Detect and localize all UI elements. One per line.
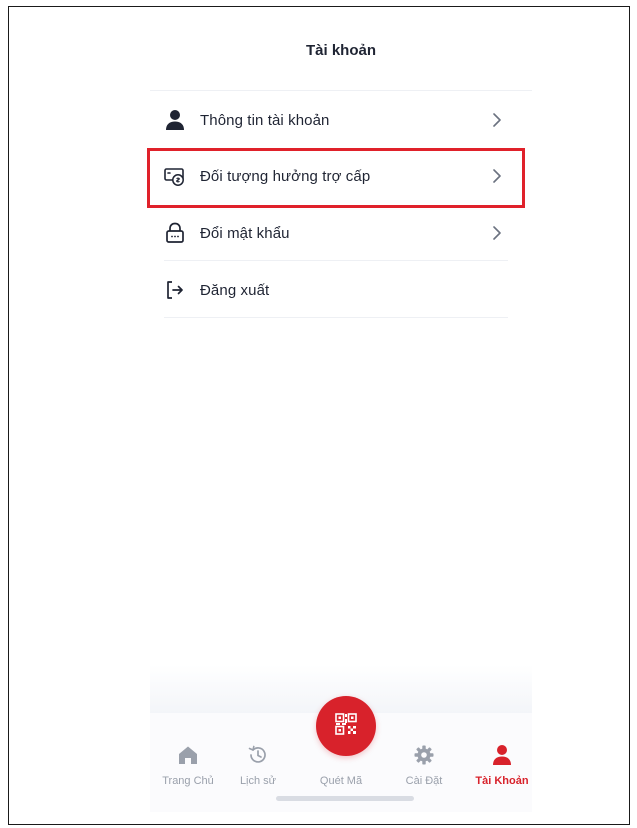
chevron-right-icon <box>490 169 504 183</box>
menu-item-label: Thông tin tài khoản <box>200 111 330 129</box>
tab-label: Quét Mã <box>319 775 363 787</box>
user-icon <box>472 743 532 767</box>
app-screen: Tài khoản Thông tin tài khoản Đối tượng … <box>150 20 532 812</box>
tab-settings[interactable]: Cài Đặt <box>394 743 454 793</box>
menu-item-label: Đổi mật khẩu <box>200 224 290 242</box>
header-divider <box>150 90 532 91</box>
menu-item-account-info[interactable]: Thông tin tài khoản <box>164 92 508 148</box>
user-icon <box>164 109 186 131</box>
chevron-right-icon <box>490 226 504 240</box>
tab-label: Cài Đặt <box>405 775 443 787</box>
gear-icon <box>394 743 454 767</box>
scan-qr-button[interactable] <box>316 696 376 756</box>
menu-item-subsidy-beneficiary[interactable]: Đối tượng hưởng trợ cấp <box>164 148 508 204</box>
menu-item-label: Đăng xuất <box>200 281 270 299</box>
history-icon <box>228 743 288 767</box>
tab-history[interactable]: Lịch sử <box>228 743 288 793</box>
tab-label: Lịch sử <box>239 775 277 787</box>
tab-label: Trang Chủ <box>162 775 214 787</box>
tab-account[interactable]: Tài Khoản <box>472 743 532 793</box>
tab-home[interactable]: Trang Chủ <box>158 743 218 793</box>
tab-label: Tài Khoản <box>475 775 529 787</box>
page-title: Tài khoản <box>305 42 376 59</box>
money-icon <box>164 165 186 187</box>
logout-icon <box>164 279 186 301</box>
menu-item-logout[interactable]: Đăng xuất <box>164 262 508 318</box>
home-indicator <box>276 796 414 801</box>
lock-icon <box>164 222 186 244</box>
chevron-right-icon <box>490 113 504 127</box>
menu-item-change-password[interactable]: Đổi mật khẩu <box>164 205 508 261</box>
menu-item-label: Đối tượng hưởng trợ cấp <box>200 167 371 185</box>
qr-code-icon <box>334 712 358 741</box>
home-icon <box>158 743 218 767</box>
